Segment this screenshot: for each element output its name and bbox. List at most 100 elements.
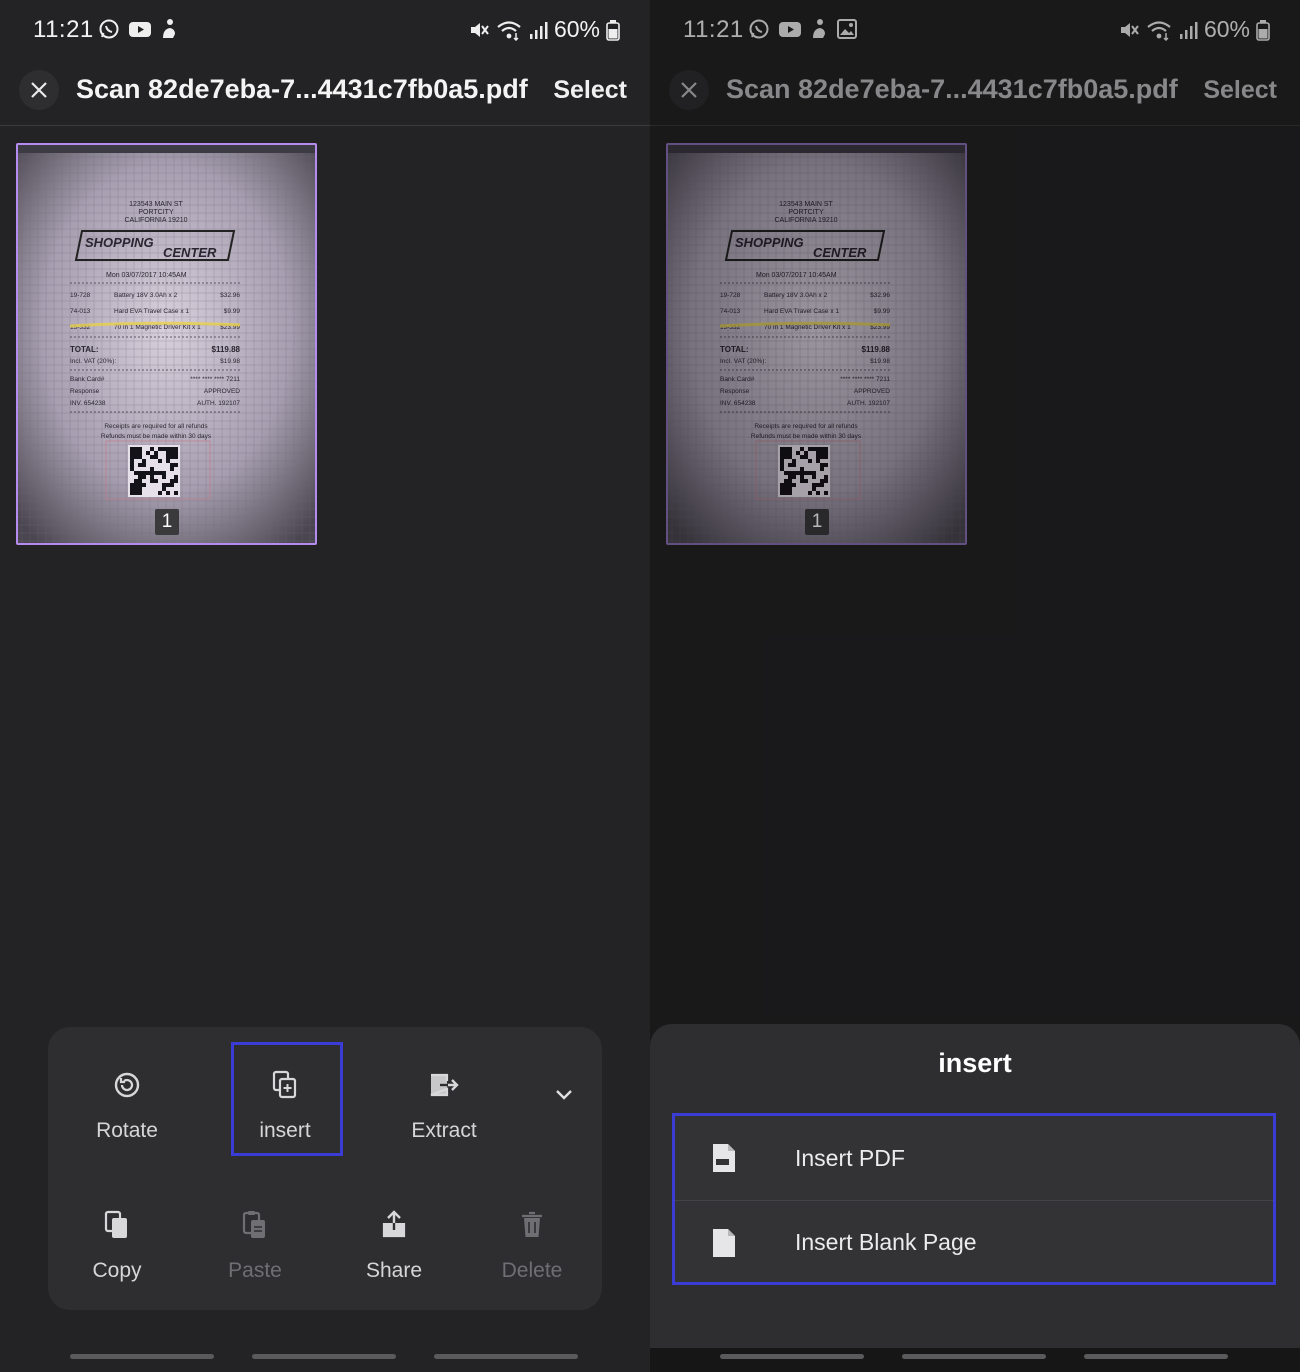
receipt-scan-image: 123543 MAIN STPORTCITYCALIFORNIA 19210 SH… bbox=[18, 145, 315, 543]
receipt-vat-value: $19.98 bbox=[870, 358, 890, 365]
insert-page-icon bbox=[271, 1070, 299, 1100]
receipt-item-price: $32.96 bbox=[220, 292, 240, 299]
receipt-invoice: INV. 654238 bbox=[720, 400, 756, 407]
page-number-badge: 1 bbox=[805, 509, 829, 535]
left-screen: 11:21 60% Scan 82de7eba-7...4431c7fb0a5.… bbox=[0, 0, 650, 1372]
select-button[interactable]: Select bbox=[1203, 76, 1277, 105]
receipt-item-desc: Battery 18V 3.0Ah x 2 bbox=[114, 292, 178, 299]
gallery-icon bbox=[836, 18, 858, 40]
document-title: Scan 82de7eba-7...4431c7fb0a5.pdf bbox=[76, 74, 528, 104]
mute-icon bbox=[1118, 19, 1140, 41]
receipt-item-desc: Battery 18V 3.0Ah x 2 bbox=[764, 292, 828, 299]
expand-actions-button[interactable] bbox=[554, 1087, 574, 1101]
receipt-scan-image: 123543 MAIN STPORTCITYCALIFORNIA 19210 SH… bbox=[668, 145, 965, 543]
nav-back[interactable] bbox=[434, 1354, 578, 1359]
nav-home[interactable] bbox=[902, 1354, 1046, 1359]
share-button[interactable]: Share bbox=[334, 1205, 454, 1283]
wifi-icon bbox=[1146, 19, 1172, 41]
receipt-item-price: $9.99 bbox=[224, 308, 241, 315]
receipt-total-label: TOTAL: bbox=[720, 345, 749, 354]
rotate-label: Rotate bbox=[96, 1119, 158, 1142]
youtube-icon bbox=[778, 18, 802, 40]
select-button[interactable]: Select bbox=[553, 76, 627, 105]
page-number-badge: 1 bbox=[155, 509, 179, 535]
receipt-item-desc: Hard EVA Travel Case x 1 bbox=[114, 308, 189, 315]
receipt-response-label: Response bbox=[70, 388, 100, 395]
extract-icon bbox=[428, 1071, 460, 1099]
close-icon bbox=[30, 81, 48, 99]
paste-button[interactable]: Paste bbox=[195, 1205, 315, 1283]
receipt-total-value: $119.88 bbox=[862, 345, 891, 354]
right-screen: 11:21 60% Scan 82de7eba-7...4431c7fb0a5.… bbox=[650, 0, 1300, 1372]
nav-back[interactable] bbox=[1084, 1354, 1228, 1359]
rotate-button[interactable]: Rotate bbox=[67, 1065, 187, 1143]
receipt-item-price: $9.99 bbox=[874, 308, 891, 315]
app-header: Scan 82de7eba-7...4431c7fb0a5.pdf Select bbox=[650, 62, 1300, 126]
receipt-response-value: APPROVED bbox=[204, 388, 240, 395]
receipt-total-label: TOTAL: bbox=[70, 345, 99, 354]
insert-label: insert bbox=[259, 1119, 311, 1142]
receipt-vat-label: Incl. VAT (20%): bbox=[70, 358, 116, 365]
share-label: Share bbox=[365, 1259, 423, 1282]
receipt-total-value: $119.88 bbox=[212, 345, 241, 354]
receipt-auth: AUTH. 192107 bbox=[197, 400, 240, 407]
page-thumbnail[interactable]: 123543 MAIN ST PORTCITY CALIFORNIA 19210 SH… bbox=[16, 143, 317, 545]
chevron-down-icon bbox=[554, 1087, 574, 1101]
receipt-card-label: Bank Card# bbox=[70, 376, 105, 383]
receipt-item-desc: Hard EVA Travel Case x 1 bbox=[764, 308, 839, 315]
close-button[interactable] bbox=[19, 70, 59, 110]
page-thumbnail[interactable]: 123543 MAIN ST PORTCITY CALIFORNIA 19210 SH… bbox=[666, 143, 967, 545]
share-icon bbox=[380, 1210, 408, 1240]
rotate-icon bbox=[113, 1071, 141, 1099]
receipt-item-sku: 19-728 bbox=[720, 292, 741, 299]
extract-button[interactable]: Extract bbox=[384, 1065, 504, 1143]
battery-percent: 60% bbox=[553, 16, 600, 42]
receipt-item-sku: 74-013 bbox=[70, 308, 91, 315]
receipt-vat-value: $19.98 bbox=[220, 358, 240, 365]
receipt-card-value: **** **** **** 7211 bbox=[190, 376, 240, 383]
app-header: Scan 82de7eba-7...4431c7fb0a5.pdf Select bbox=[0, 62, 650, 126]
nav-home[interactable] bbox=[252, 1354, 396, 1359]
receipt-address-line: PORTCITY bbox=[788, 209, 824, 216]
trash-icon bbox=[520, 1210, 544, 1240]
receipt-vat-label: Incl. VAT (20%): bbox=[720, 358, 766, 365]
wifi-icon bbox=[496, 19, 522, 41]
close-icon bbox=[680, 81, 698, 99]
paste-icon bbox=[241, 1210, 269, 1240]
receipt-address-line: 123543 MAIN ST bbox=[129, 201, 183, 208]
system-status: 60% bbox=[468, 16, 620, 43]
store-logo-text: SHOPPING bbox=[85, 235, 154, 250]
copy-icon bbox=[103, 1210, 131, 1240]
nav-recent[interactable] bbox=[720, 1354, 864, 1359]
store-logo-text: SHOPPING bbox=[735, 235, 804, 250]
extract-label: Extract bbox=[411, 1119, 477, 1142]
qr-code bbox=[778, 445, 830, 497]
insert-button[interactable]: insert bbox=[225, 1065, 345, 1143]
notification-icons bbox=[748, 18, 858, 40]
receipt-card-value: **** **** **** 7211 bbox=[840, 376, 890, 383]
close-button[interactable] bbox=[669, 70, 709, 110]
fitness-icon bbox=[160, 18, 178, 40]
status-bar: 11:21 60% bbox=[650, 0, 1300, 62]
battery-percent: 60% bbox=[1203, 16, 1250, 42]
nav-recent[interactable] bbox=[70, 1354, 214, 1359]
insert-blank-page-option[interactable]: Insert Blank Page bbox=[675, 1200, 1273, 1284]
status-time: 11:21 bbox=[683, 16, 744, 43]
receipt-footer-line: Refunds must be made within 30 days bbox=[101, 433, 212, 440]
receipt-card-label: Bank Card# bbox=[720, 376, 755, 383]
insert-options-list: Insert PDF Insert Blank Page bbox=[672, 1113, 1276, 1285]
receipt-address-line: 123543 MAIN ST bbox=[779, 201, 833, 208]
delete-button[interactable]: Delete bbox=[472, 1205, 592, 1283]
gesture-nav-bar bbox=[650, 1348, 1300, 1372]
receipt-auth: AUTH. 192107 bbox=[847, 400, 890, 407]
copy-button[interactable]: Copy bbox=[57, 1205, 177, 1283]
insert-pdf-label: Insert PDF bbox=[795, 1144, 905, 1171]
mute-icon bbox=[468, 19, 490, 41]
insert-pdf-option[interactable]: Insert PDF bbox=[675, 1116, 1273, 1200]
fitness-icon bbox=[810, 18, 828, 40]
store-logo-text: CENTER bbox=[813, 245, 867, 260]
battery-icon bbox=[1256, 19, 1270, 41]
document-title: Scan 82de7eba-7...4431c7fb0a5.pdf bbox=[726, 74, 1178, 104]
receipt-item-price: $32.96 bbox=[870, 292, 890, 299]
status-bar: 11:21 60% bbox=[0, 0, 650, 62]
